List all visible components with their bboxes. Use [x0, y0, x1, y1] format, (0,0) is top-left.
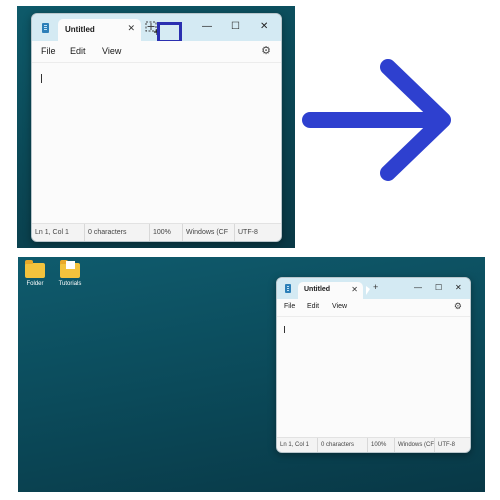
gear-icon[interactable]: ⚙: [261, 44, 271, 57]
status-bar: Ln 1, Col 1 0 characters 100% Windows (C…: [32, 223, 281, 241]
after-screenshot: Folder Tutorials Untitled ✕ + — ☐ ✕ File…: [18, 257, 485, 492]
gear-icon[interactable]: ⚙: [454, 301, 462, 312]
status-bar: Ln 1, Col 1 0 characters 100% Windows (C…: [277, 437, 470, 452]
maximize-icon[interactable]: ☐: [435, 283, 442, 292]
menu-file[interactable]: File: [284, 303, 295, 310]
folder-icon: [25, 260, 45, 278]
close-icon[interactable]: ✕: [260, 21, 268, 32]
status-zoom[interactable]: 100%: [149, 224, 182, 241]
minimize-icon[interactable]: —: [202, 21, 212, 32]
tab-untitled[interactable]: Untitled ✕: [58, 19, 141, 41]
close-icon[interactable]: ✕: [455, 283, 462, 292]
status-characters: 0 characters: [84, 224, 149, 241]
status-position: Ln 1, Col 1: [280, 442, 310, 448]
title-bar[interactable]: Untitled ✕ + — ☐ ✕: [277, 278, 470, 299]
status-line-ending[interactable]: Windows (CF: [394, 438, 434, 452]
status-characters: 0 characters: [317, 438, 367, 452]
menu-bar: File Edit View ⚙: [32, 41, 281, 63]
tab-title: Untitled: [304, 286, 331, 293]
new-tab-button[interactable]: +: [373, 282, 378, 292]
desktop-icon-label: Folder: [26, 281, 44, 287]
text-caret: [41, 74, 42, 83]
status-encoding[interactable]: UTF-8: [434, 438, 470, 452]
menu-view[interactable]: View: [332, 303, 347, 310]
notepad-window: Untitled ✕ + — ☐ ✕ File Edit View ⚙ Ln 1…: [276, 277, 471, 453]
maximize-icon[interactable]: ☐: [231, 21, 240, 32]
tab-close-icon[interactable]: ✕: [351, 285, 358, 294]
notepad-app-icon: [42, 23, 49, 33]
before-screenshot: Untitled ✕ — ☐ ✕ File Edit View ⚙ Ln 1, …: [17, 6, 295, 248]
status-position: Ln 1, Col 1: [35, 229, 69, 236]
right-arrow-icon: [302, 59, 451, 181]
menu-edit[interactable]: Edit: [307, 303, 319, 310]
menu-view[interactable]: View: [102, 46, 121, 56]
desktop-icon-folder[interactable]: Folder: [18, 260, 52, 287]
menu-file[interactable]: File: [41, 46, 56, 56]
desktop-icon-tutorials[interactable]: Tutorials: [53, 260, 87, 287]
tab-untitled[interactable]: Untitled ✕: [298, 282, 363, 299]
tab-title: Untitled: [65, 25, 95, 34]
title-bar[interactable]: Untitled ✕ — ☐ ✕: [32, 14, 281, 43]
folder-icon: [60, 260, 80, 278]
text-caret: [284, 326, 285, 333]
notepad-window: Untitled ✕ — ☐ ✕ File Edit View ⚙ Ln 1, …: [31, 13, 282, 242]
status-zoom[interactable]: 100%: [367, 438, 394, 452]
tab-close-icon[interactable]: ✕: [127, 23, 135, 34]
status-line-ending[interactable]: Windows (CF: [182, 224, 234, 241]
minimize-icon[interactable]: —: [414, 283, 422, 292]
text-editor[interactable]: [32, 63, 281, 224]
mouse-cursor-icon: [366, 286, 370, 295]
status-encoding[interactable]: UTF-8: [234, 224, 281, 241]
highlight-box: [157, 22, 182, 43]
text-editor[interactable]: [277, 317, 470, 438]
menu-bar: File Edit View ⚙: [277, 299, 470, 317]
notepad-app-icon: [285, 284, 291, 293]
menu-edit[interactable]: Edit: [70, 46, 86, 56]
desktop-icon-label: Tutorials: [58, 281, 82, 287]
